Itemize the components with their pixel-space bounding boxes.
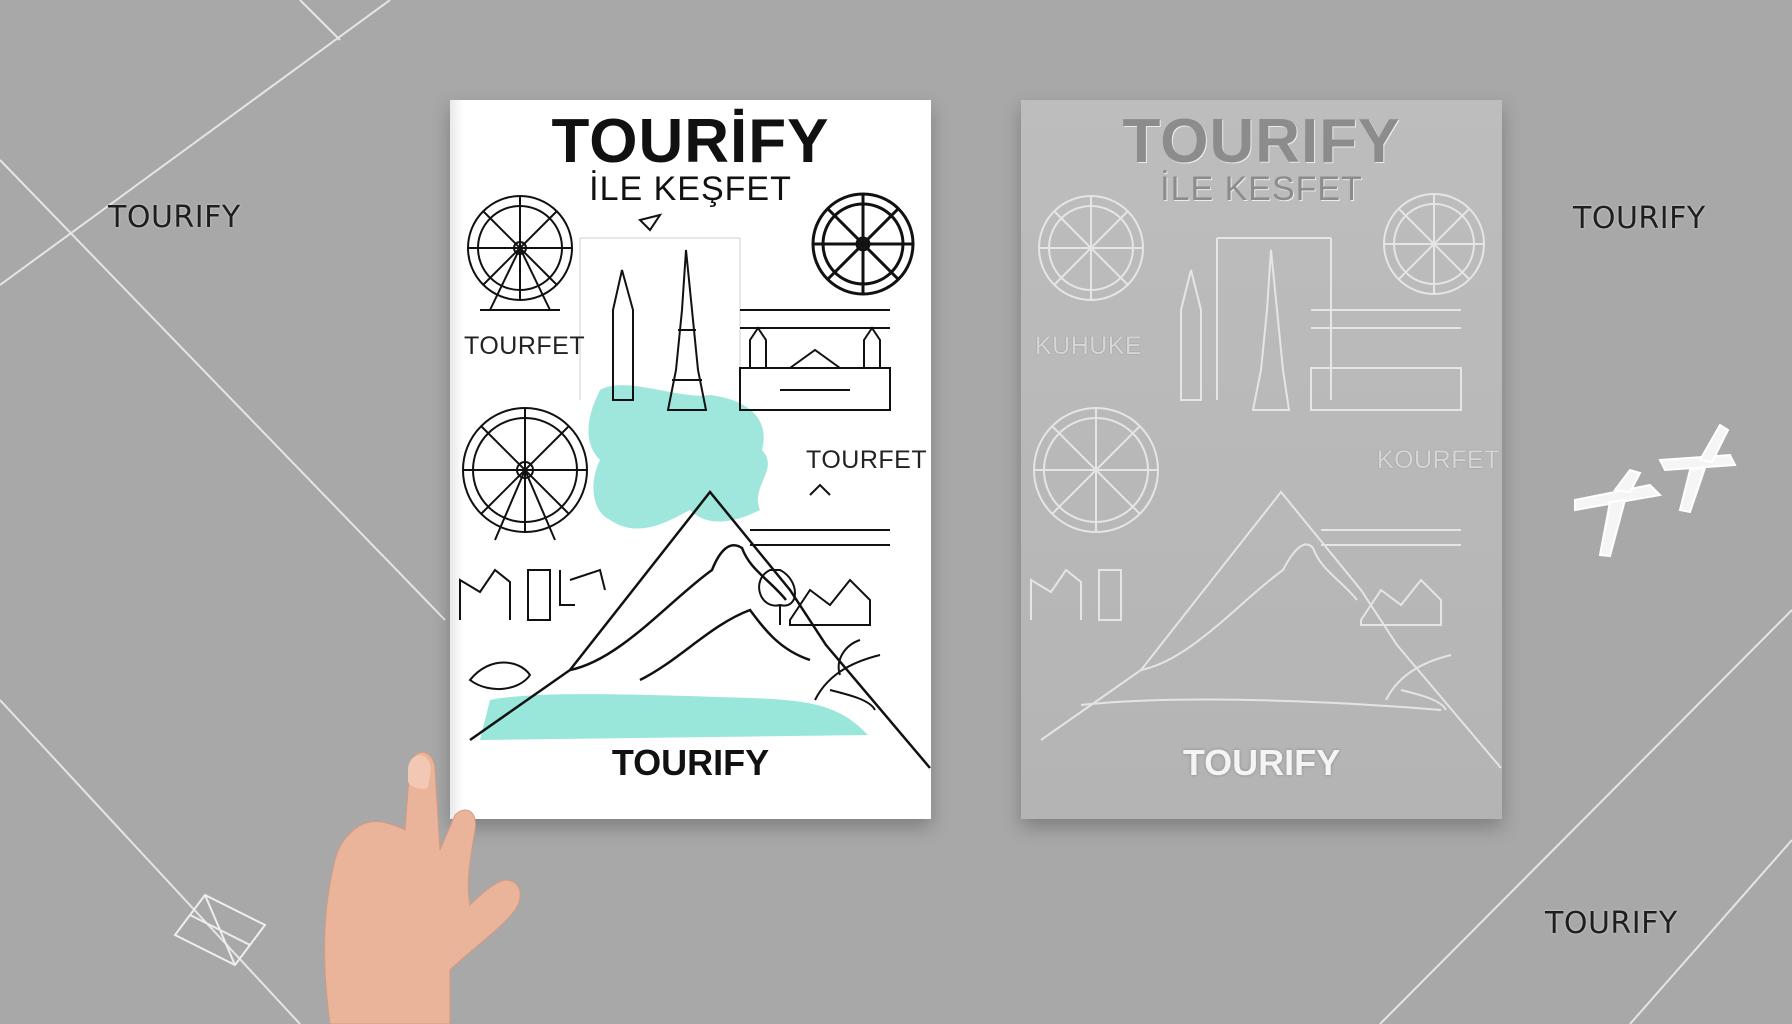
cover-subtitle: İLE KESFET: [1160, 170, 1363, 208]
cover-subtitle: İLE KEŞFET: [589, 170, 792, 208]
sketch-label: TOURFET: [464, 332, 586, 360]
sketch-label: TOURFET: [806, 446, 928, 474]
ferris-wheel-icon: [467, 195, 573, 311]
airplane-icon: [1574, 423, 1737, 558]
background-brand-label: TOURIFY: [1573, 201, 1706, 236]
back-brochure-cover: TOURIFY İLE KESFET KUHUKE KOURFET TOURIF…: [1021, 100, 1502, 819]
front-brochure-cover: TOURİFY İLE KEŞFET TOURFET TOURFET TOURI…: [450, 100, 931, 819]
palace-icon: [739, 309, 891, 411]
sketch-label: KOURFET: [1377, 446, 1500, 474]
cover-title: TOURIFY: [1122, 107, 1401, 176]
background-brand-label: TOURIFY: [1545, 906, 1678, 941]
ferris-wheel-icon: [811, 192, 915, 296]
hand-icon: [324, 752, 521, 1024]
kite-icon: [173, 893, 267, 967]
lake: [480, 694, 868, 740]
cover-title: TOURİFY: [551, 107, 830, 176]
background-brand-label: TOURIFY: [108, 200, 241, 235]
sketch-label: KUHUKE: [1035, 332, 1143, 360]
cover-brand-bottom: TOURIFY: [1182, 742, 1341, 783]
ferris-wheel-icon: [462, 407, 588, 541]
